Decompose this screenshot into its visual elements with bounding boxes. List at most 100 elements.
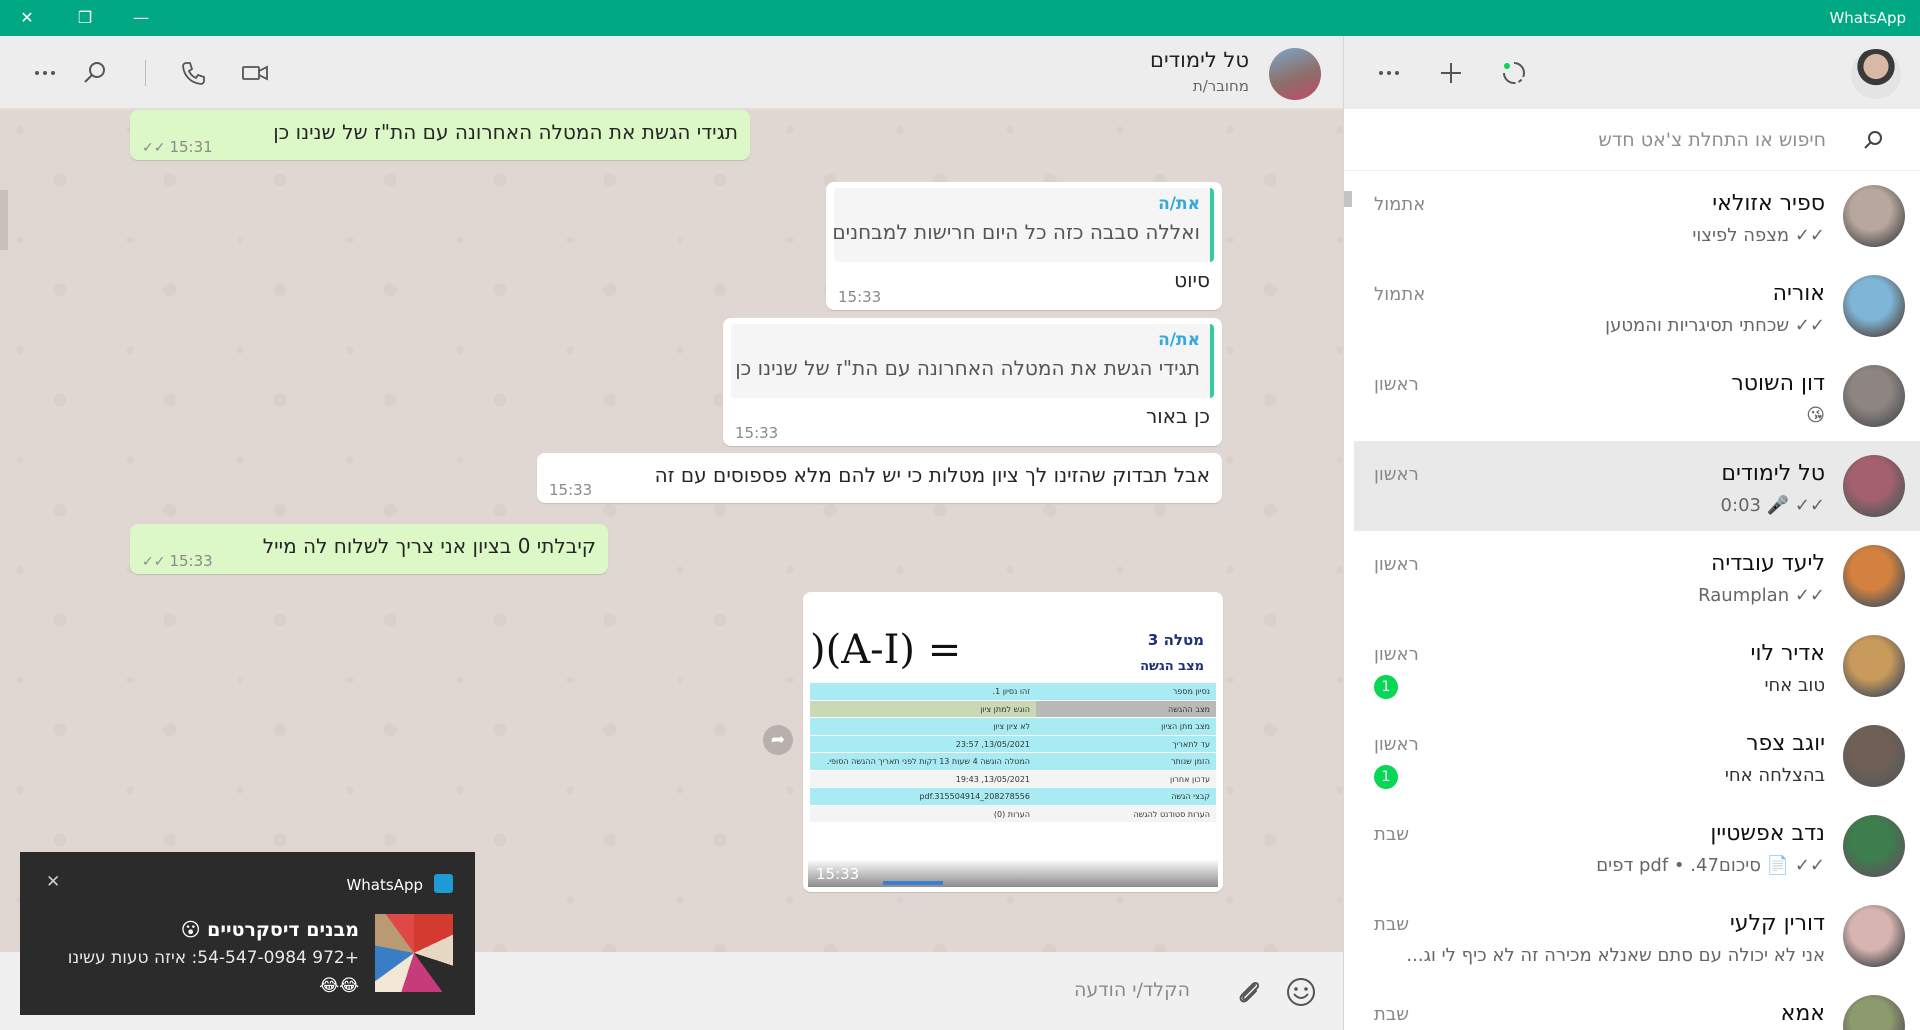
quote-text: ואללה סבבה כזה כל היום חרישות למבחנים [832,220,1200,244]
contact-avatar[interactable] [1843,905,1905,967]
message-input[interactable]: הקלד/י הודעה [1074,979,1190,1001]
contact-avatar[interactable] [1843,185,1905,247]
quote-text: תגידי הגשת את המטלה האחרונה עם הת"ז של ש… [735,356,1200,380]
chat-list-item[interactable]: טל לימודים ✓✓ 🎤 0:03 ראשון [1354,441,1920,531]
new-chat-icon[interactable] [1436,58,1466,88]
voice-call-icon[interactable] [178,58,208,88]
chat-list-item[interactable]: אדיר לוי טוב אחי ראשון 1 [1354,621,1920,711]
toast-emoji: 😂😂 [319,976,359,996]
message-bubble-incoming[interactable]: את/ה תגידי הגשת את המטלה האחרונה עם הת"ז… [723,318,1222,446]
contact-name: דון השוטר [1731,371,1825,396]
message-bubble-incoming[interactable]: את/ה ואללה סבבה כזה כל היום חרישות למבחנ… [826,182,1222,310]
toast-app-name: WhatsApp [346,876,423,894]
message-preview: ✓✓ Raumplan [1698,585,1825,606]
notification-toast[interactable]: ✕ WhatsApp מבנים דיסקרטיים 😮 +972 54-547… [20,852,475,1015]
header-divider [145,60,146,86]
chat-timestamp: אתמול [1374,194,1426,215]
minimize-window-icon[interactable]: — [126,6,156,30]
status-icon[interactable] [1499,58,1529,88]
message-time: ✓✓ 15:33 [142,552,213,570]
contact-name: ליעד עובדיה [1711,551,1825,576]
sidebar-header [1344,36,1920,109]
emoji-icon[interactable] [1285,976,1317,1008]
chat-scrollbar[interactable] [0,190,8,250]
message-bubble-incoming[interactable]: אבל תבדוק שהזינו לך ציון מטלות כי יש להם… [537,453,1222,503]
group-avatar [375,914,453,992]
unread-badge: 1 [1374,765,1398,789]
message-bubble-outgoing[interactable]: קיבלתי 0 בציון אני צריך לשלוח לה מייל ✓✓… [130,524,608,574]
chat-contact-avatar[interactable] [1269,48,1321,100]
chat-list-item[interactable]: אמא שבת [1354,981,1920,1030]
chat-list-item[interactable]: דון השוטר 😘 ראשון [1354,351,1920,441]
message-text: סיוט [1174,268,1210,292]
image-attachment[interactable]: )(A-I) = מטלה 3 מצב הגשה נסיון מספר זהו נ… [808,597,1218,887]
table-row: הזמן שנותר המטלה הוגשה 4 שעות 13 דקות לפנ… [810,753,1216,771]
contact-avatar[interactable] [1843,995,1905,1030]
handwritten-formula: )(A-I) = [810,627,962,673]
quote-author: את/ה [1158,330,1200,350]
contact-avatar[interactable] [1843,725,1905,787]
contact-avatar[interactable] [1843,815,1905,877]
chat-list-item[interactable]: דורין קלעי אני לא יכולה עם סתם שאנלא מכיר… [1354,891,1920,981]
read-ticks-icon: ✓✓ [142,554,166,570]
search-icon[interactable] [1863,129,1885,151]
toast-close-icon[interactable]: ✕ [46,872,60,892]
restore-window-icon[interactable]: ❐ [70,6,100,30]
search-icon[interactable] [80,58,110,88]
contact-avatar[interactable] [1843,455,1905,517]
contact-avatar[interactable] [1843,365,1905,427]
chat-list-item[interactable]: ספיר אזולאי ✓✓ מצפה לפיצוי אתמול [1354,171,1920,261]
chat-timestamp: ראשון [1374,554,1419,575]
contact-avatar[interactable] [1843,635,1905,697]
table-row: מצב מתן הציון לא ציון ציון [810,718,1216,736]
contact-name: יוגב צפר [1746,731,1825,756]
chat-messages-area[interactable]: תגידי הגשת את המטלה האחרונה עם הת"ז של ש… [0,110,1343,952]
whatsapp-logo-icon [434,874,453,893]
chat-list-sidebar: ספיר אזולאי ✓✓ מצפה לפיצוי אתמול אוריה ✓✓ שכ… [1343,36,1920,1030]
chat-contact-name[interactable]: טל לימודים [1150,48,1249,72]
attach-icon[interactable] [1233,976,1265,1008]
close-window-icon[interactable]: ✕ [12,6,42,30]
chat-list-item[interactable]: נדב אפשטיין ✓✓ 📄 סיכום47. • pdf דפים שבת [1354,801,1920,891]
table-row: קבצי הגשה pdf.315504914_208278556 [810,788,1216,806]
contact-name: נדב אפשטיין [1710,821,1825,846]
chat-list-item[interactable]: אוריה ✓✓ שכחתי תסיגריות והמטען אתמול [1354,261,1920,351]
image-message-bubble[interactable]: )(A-I) = מטלה 3 מצב הגשה נסיון מספר זהו נ… [803,592,1223,892]
menu-more-icon[interactable] [1374,58,1404,88]
message-time: ✓✓ 15:31 [142,138,213,156]
search-input[interactable] [1406,125,1826,155]
message-preview: אני לא יכולה עם סתם שאנלא מכירה זה לא כי… [1406,945,1825,966]
quote-author: את/ה [1158,194,1200,214]
image-highlight-line [883,881,943,885]
contact-name: אדיר לוי [1750,641,1825,666]
sidebar-scrollbar[interactable] [1344,191,1352,207]
title-bar: ✕ ❐ — WhatsApp [0,0,1920,36]
chat-list-item[interactable]: ליעד עובדיה ✓✓ Raumplan ראשון [1354,531,1920,621]
profile-avatar[interactable] [1851,49,1901,99]
message-text: אבל תבדוק שהזינו לך ציון מטלות כי יש להם… [654,463,1210,487]
forward-icon[interactable]: ➦ [763,725,793,755]
table-row: עד לתאריך 13/05/2021, 23:57 [810,735,1216,753]
contact-avatar[interactable] [1843,545,1905,607]
chat-timestamp: ראשון [1374,644,1419,665]
chat-timestamp: שבת [1374,1004,1409,1025]
more-options-icon[interactable] [30,58,60,88]
chat-list-item[interactable]: יוגב צפר בהצלחה אחי ראשון 1 [1354,711,1920,801]
message-time: 15:33 [549,481,593,499]
quoted-message[interactable]: את/ה תגידי הגשת את המטלה האחרונה עם הת"ז… [731,324,1214,398]
doc-title: מטלה 3 [1147,631,1204,649]
table-row: מצב ההגשה הוגש למתן ציון [810,700,1216,718]
message-time: 15:33 [816,865,860,883]
app-title: WhatsApp [1829,9,1906,27]
toast-body: +972 54-547-0984: איזה טעות עשינו [67,948,359,968]
chat-timestamp: שבת [1374,824,1409,845]
table-row: הערות סטודנט להגשה הערות (0) [810,805,1216,823]
contact-name: אוריה [1772,281,1825,306]
chat-timestamp: ראשון [1374,464,1419,485]
message-text: תגידי הגשת את המטלה האחרונה עם הת"ז של ש… [273,120,738,144]
contact-name: טל לימודים [1721,461,1825,486]
contact-avatar[interactable] [1843,275,1905,337]
video-call-icon[interactable] [240,58,270,88]
quoted-message[interactable]: את/ה ואללה סבבה כזה כל היום חרישות למבחנ… [832,188,1214,262]
message-bubble-outgoing[interactable]: תגידי הגשת את המטלה האחרונה עם הת"ז של ש… [130,110,750,160]
